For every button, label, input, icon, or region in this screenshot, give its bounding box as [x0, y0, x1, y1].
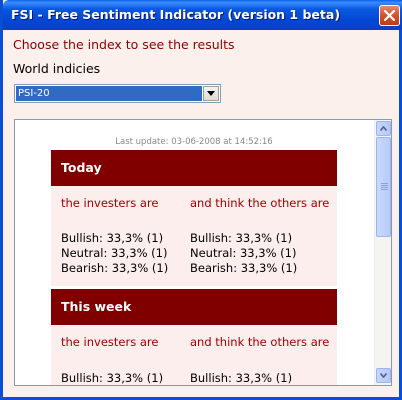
today-others-bearish: Bearish: 33,3% (1) — [190, 261, 298, 275]
thumb-grip-line — [381, 183, 388, 184]
index-select[interactable]: PSI-20 — [14, 84, 221, 103]
today-investors-heading: the investers are — [61, 196, 159, 210]
thumb-grip-line — [381, 187, 388, 188]
section-week-body: the investers are and think the others a… — [51, 325, 337, 385]
today-investors-bearish: Bearish: 33,3% (1) — [61, 261, 169, 275]
dropdown-button[interactable] — [203, 86, 219, 101]
close-icon — [384, 10, 395, 21]
scroll-up-button[interactable] — [376, 121, 391, 136]
results-content: Last update: 03-06-2008 at 14:52:16 Toda… — [15, 120, 373, 385]
choose-index-label: Choose the index to see the results — [13, 37, 235, 52]
today-others-neutral: Neutral: 33,3% (1) — [190, 246, 297, 260]
thumb-grip-line — [381, 189, 388, 190]
week-others-heading: and think the others are — [190, 335, 330, 349]
chevron-up-icon — [380, 126, 387, 131]
week-investors-heading: the investers are — [61, 335, 159, 349]
today-investors-bullish: Bullish: 33,3% (1) — [61, 231, 164, 245]
today-others-bullish: Bullish: 33,3% (1) — [190, 231, 293, 245]
today-investors-neutral: Neutral: 33,3% (1) — [61, 246, 168, 260]
week-others-bullish: Bullish: 33,3% (1) — [190, 371, 293, 385]
results-panel: Last update: 03-06-2008 at 14:52:16 Toda… — [14, 119, 392, 386]
thumb-grip-line — [381, 185, 388, 186]
chevron-down-icon — [380, 373, 387, 378]
window-title: FSI - Free Sentiment Indicator (version … — [11, 7, 341, 22]
last-update-text: Last update: 03-06-2008 at 14:52:16 — [115, 137, 273, 147]
week-investors-bullish: Bullish: 33,3% (1) — [61, 371, 164, 385]
today-others-heading: and think the others are — [190, 196, 330, 210]
app-window: FSI - Free Sentiment Indicator (version … — [0, 0, 402, 400]
vertical-scrollbar[interactable] — [374, 120, 391, 385]
chevron-down-icon — [207, 91, 215, 96]
title-bar[interactable]: FSI - Free Sentiment Indicator (version … — [3, 0, 402, 30]
index-select-value: PSI-20 — [16, 86, 202, 101]
scroll-down-button[interactable] — [376, 368, 391, 383]
section-today-header: Today — [51, 150, 337, 186]
world-indices-label: World indicies — [13, 61, 101, 76]
section-today-body: the investers are and think the others a… — [51, 186, 337, 286]
close-button[interactable] — [379, 5, 400, 26]
section-week-header: This week — [51, 289, 337, 325]
scroll-thumb[interactable] — [376, 137, 391, 237]
